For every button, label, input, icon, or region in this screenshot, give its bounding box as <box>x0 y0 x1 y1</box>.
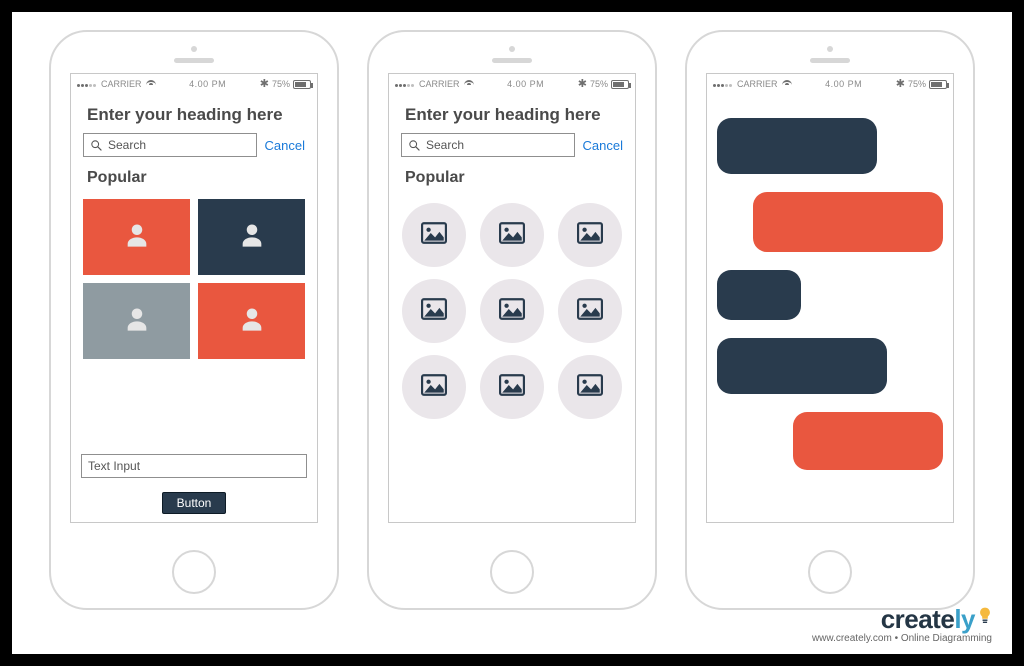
phone-camera-dot <box>827 46 833 52</box>
gallery-item[interactable] <box>480 203 544 267</box>
phone-mockup-2: CARRIER 4.00 PM ✱ 75% Enter your heading… <box>367 30 657 610</box>
battery-icon <box>611 80 629 89</box>
clock-label: 4.00 PM <box>160 79 256 89</box>
search-placeholder: Search <box>426 138 464 152</box>
bluetooth-icon: ✱ <box>578 79 587 90</box>
brand-logo: creately <box>812 604 992 635</box>
wifi-icon <box>464 80 474 88</box>
wifi-icon <box>782 80 792 88</box>
image-icon <box>499 298 525 325</box>
bluetooth-icon: ✱ <box>260 79 269 90</box>
home-button[interactable] <box>490 550 534 594</box>
popular-grid <box>399 199 625 423</box>
bluetooth-icon: ✱ <box>896 79 905 90</box>
phone-earpiece <box>174 46 214 63</box>
status-bar: CARRIER 4.00 PM ✱ 75% <box>389 74 635 94</box>
gallery-item[interactable] <box>402 279 466 343</box>
search-input[interactable]: Search <box>83 133 257 157</box>
search-placeholder: Search <box>108 138 146 152</box>
popular-grid <box>81 199 307 359</box>
wifi-icon <box>146 80 156 88</box>
submit-button[interactable]: Button <box>162 492 227 514</box>
chat-bubble-sent[interactable] <box>793 412 943 470</box>
clock-label: 4.00 PM <box>478 79 574 89</box>
person-icon <box>238 221 266 254</box>
gallery-item[interactable] <box>558 279 622 343</box>
carrier-label: CARRIER <box>737 79 778 89</box>
heading: Enter your heading here <box>81 104 307 125</box>
text-input-placeholder: Text Input <box>88 459 140 473</box>
image-icon <box>577 298 603 325</box>
home-button[interactable] <box>808 550 852 594</box>
phone-earpiece <box>810 46 850 63</box>
clock-label: 4.00 PM <box>796 79 892 89</box>
phone-camera-dot <box>191 46 197 52</box>
phone-screen: CARRIER 4.00 PM ✱ 75% <box>706 73 954 523</box>
battery-icon <box>929 80 947 89</box>
phone-screen: CARRIER 4.00 PM ✱ 75% Enter your heading… <box>70 73 318 523</box>
image-icon <box>499 222 525 249</box>
brand-tagline: www.creately.com • Online Diagramming <box>812 633 992 644</box>
bulb-icon <box>978 602 992 633</box>
popular-tile[interactable] <box>83 199 190 275</box>
phone-speaker <box>810 58 850 63</box>
cancel-link[interactable]: Cancel <box>265 138 305 153</box>
chat-bubble-received[interactable] <box>717 270 801 320</box>
carrier-label: CARRIER <box>419 79 460 89</box>
battery-pct: 75% <box>272 79 290 89</box>
gallery-item[interactable] <box>480 279 544 343</box>
popular-tile[interactable] <box>198 199 305 275</box>
image-icon <box>577 374 603 401</box>
person-icon <box>123 221 151 254</box>
carrier-label: CARRIER <box>101 79 142 89</box>
battery-pct: 75% <box>590 79 608 89</box>
phone-earpiece <box>492 46 532 63</box>
gallery-item[interactable] <box>558 203 622 267</box>
image-icon <box>421 298 447 325</box>
section-label: Popular <box>81 165 307 191</box>
chat-thread <box>707 94 953 470</box>
section-label: Popular <box>399 165 625 191</box>
person-icon <box>123 305 151 338</box>
gallery-item[interactable] <box>480 355 544 419</box>
phone-mockup-3: CARRIER 4.00 PM ✱ 75% <box>685 30 975 610</box>
phone-mockup-1: CARRIER 4.00 PM ✱ 75% Enter your heading… <box>49 30 339 610</box>
gallery-item[interactable] <box>558 355 622 419</box>
search-input[interactable]: Search <box>401 133 575 157</box>
chat-bubble-received[interactable] <box>717 118 877 174</box>
brand-name-main: create <box>881 604 955 634</box>
status-bar: CARRIER 4.00 PM ✱ 75% <box>707 74 953 94</box>
phone-speaker <box>492 58 532 63</box>
image-icon <box>421 222 447 249</box>
image-icon <box>577 222 603 249</box>
phone-speaker <box>174 58 214 63</box>
battery-icon <box>293 80 311 89</box>
signal-dots-icon <box>395 79 415 89</box>
phone-camera-dot <box>509 46 515 52</box>
phone-screen: CARRIER 4.00 PM ✱ 75% Enter your heading… <box>388 73 636 523</box>
heading: Enter your heading here <box>399 104 625 125</box>
chat-bubble-received[interactable] <box>717 338 887 394</box>
signal-dots-icon <box>77 79 97 89</box>
image-icon <box>499 374 525 401</box>
text-input[interactable]: Text Input <box>81 454 307 478</box>
popular-tile[interactable] <box>83 283 190 359</box>
brand-footer: creately www.creately.com • Online Diagr… <box>812 604 992 644</box>
status-bar: CARRIER 4.00 PM ✱ 75% <box>71 74 317 94</box>
popular-tile[interactable] <box>198 283 305 359</box>
signal-dots-icon <box>713 79 733 89</box>
cancel-link[interactable]: Cancel <box>583 138 623 153</box>
home-button[interactable] <box>172 550 216 594</box>
search-icon <box>90 139 103 152</box>
gallery-item[interactable] <box>402 355 466 419</box>
person-icon <box>238 305 266 338</box>
search-icon <box>408 139 421 152</box>
chat-bubble-sent[interactable] <box>753 192 943 252</box>
brand-name-accent: ly <box>954 604 975 634</box>
image-icon <box>421 374 447 401</box>
battery-pct: 75% <box>908 79 926 89</box>
gallery-item[interactable] <box>402 203 466 267</box>
